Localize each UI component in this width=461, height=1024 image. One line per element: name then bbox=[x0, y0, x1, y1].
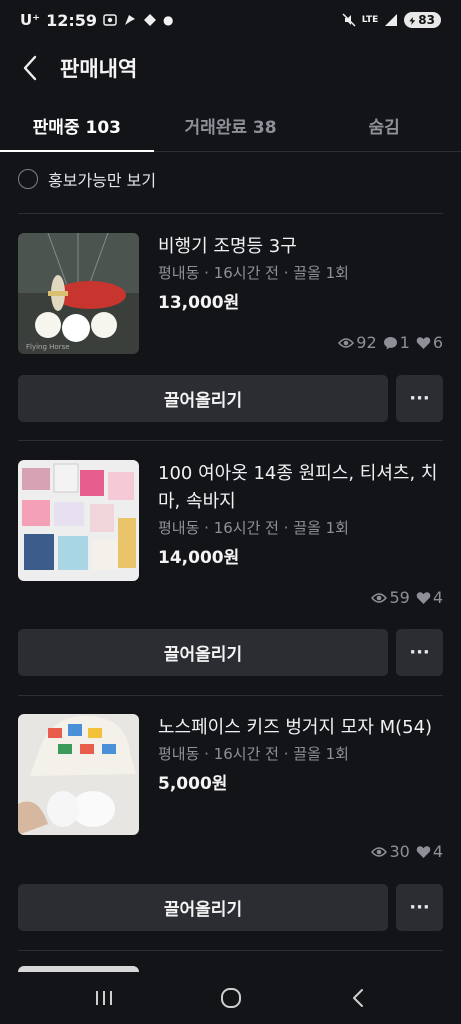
tab-bar: 판매중 103 거래완료 38 숨김 bbox=[0, 100, 461, 152]
thumb-caption: Flying Horse bbox=[26, 343, 70, 351]
divider bbox=[18, 213, 443, 214]
battery-indicator: 83 bbox=[404, 12, 441, 28]
item-title: 100 여아옷 14종 원피스, 티셔츠, 치마, 속바지 bbox=[158, 463, 438, 512]
tab-selling[interactable]: 판매중 103 bbox=[0, 100, 154, 152]
like-count: 6 bbox=[432, 333, 443, 352]
like-count: 4 bbox=[432, 588, 443, 607]
view-count: 30 bbox=[389, 842, 410, 861]
item-meta: 평내동 · 16시간 전 · 끌올 1회 bbox=[158, 519, 349, 537]
airplane-lamp-image: Flying Horse bbox=[18, 233, 139, 354]
navigation-icon bbox=[144, 14, 157, 26]
more-options-button[interactable]: ··· bbox=[396, 884, 443, 931]
signal-icon bbox=[385, 14, 398, 26]
recent-apps-icon bbox=[95, 991, 112, 1005]
system-nav-bar bbox=[0, 972, 461, 1024]
like-count: 4 bbox=[432, 842, 443, 861]
item-stats: 59 4 bbox=[371, 588, 443, 607]
home-icon bbox=[220, 988, 241, 1008]
notification-icon bbox=[125, 15, 136, 25]
page-title: 판매내역 bbox=[60, 57, 138, 81]
filter-label: 홍보가능만 보기 bbox=[48, 171, 157, 190]
back-icon bbox=[352, 989, 363, 1007]
chevron-left-icon bbox=[23, 55, 37, 81]
more-options-button[interactable]: ··· bbox=[396, 375, 443, 422]
item-stats: 92 1 6 bbox=[338, 333, 443, 352]
screenshot-icon bbox=[103, 14, 117, 26]
heart-icon bbox=[416, 845, 431, 858]
item-stats: 30 4 bbox=[371, 842, 443, 861]
system-back-button[interactable] bbox=[328, 978, 388, 1018]
heart-icon bbox=[416, 591, 431, 604]
item-title: 비행기 조명등 3구 bbox=[158, 236, 297, 257]
chat-icon bbox=[383, 336, 397, 349]
bucket-hat-image bbox=[18, 714, 139, 835]
divider bbox=[18, 695, 443, 696]
item-thumbnail[interactable] bbox=[18, 460, 139, 581]
tab-hidden[interactable]: 숨김 bbox=[307, 100, 461, 151]
app-header: 판매내역 bbox=[0, 40, 461, 96]
view-count: 59 bbox=[389, 588, 410, 607]
item-title: 노스페이스 키즈 벙거지 모자 M(54) bbox=[158, 717, 433, 738]
list-item[interactable]: Flying Horse 비행기 조명등 3구 평내동 · 16시간 전 · 끌… bbox=[18, 233, 443, 423]
recent-apps-button[interactable] bbox=[74, 978, 134, 1018]
item-thumbnail[interactable]: Flying Horse bbox=[18, 233, 139, 354]
item-price: 5,000원 bbox=[158, 774, 228, 794]
heart-icon bbox=[416, 336, 431, 349]
list-item[interactable]: 100 여아옷 14종 원피스, 티셔츠, 치마, 속바지 평내동 · 16시간… bbox=[18, 460, 443, 678]
divider bbox=[18, 950, 443, 951]
dot-icon: ● bbox=[163, 13, 174, 27]
status-bar: U⁺ 12:59 ● LTE 83 bbox=[0, 0, 461, 40]
item-meta: 평내동 · 16시간 전 · 끌올 1회 bbox=[158, 745, 349, 763]
more-options-button[interactable]: ··· bbox=[396, 629, 443, 676]
eye-icon bbox=[338, 337, 355, 348]
bump-button[interactable]: 끌어올리기 bbox=[18, 629, 388, 676]
mute-icon bbox=[342, 13, 356, 27]
item-price: 13,000원 bbox=[158, 293, 240, 313]
clock: 12:59 bbox=[46, 10, 98, 30]
filter-radio[interactable] bbox=[18, 169, 38, 189]
bump-button[interactable]: 끌어올리기 bbox=[18, 884, 388, 931]
carrier-label: U⁺ bbox=[20, 11, 41, 29]
tab-completed[interactable]: 거래완료 38 bbox=[154, 100, 308, 151]
item-price: 14,000원 bbox=[158, 548, 240, 568]
back-button[interactable] bbox=[0, 40, 60, 96]
item-meta: 평내동 · 16시간 전 · 끌올 1회 bbox=[158, 264, 349, 282]
bump-button[interactable]: 끌어올리기 bbox=[18, 375, 388, 422]
home-button[interactable] bbox=[201, 978, 261, 1018]
chat-count: 1 bbox=[399, 333, 410, 352]
item-thumbnail[interactable] bbox=[18, 714, 139, 835]
eye-icon bbox=[371, 846, 388, 857]
list-item[interactable]: 노스페이스 키즈 벙거지 모자 M(54) 평내동 · 16시간 전 · 끌올 … bbox=[18, 714, 443, 934]
promotable-filter[interactable]: 홍보가능만 보기 bbox=[18, 164, 156, 194]
eye-icon bbox=[371, 592, 388, 603]
lte-icon: LTE bbox=[361, 14, 379, 25]
divider bbox=[18, 440, 443, 441]
kids-clothes-image bbox=[18, 460, 139, 581]
view-count: 92 bbox=[356, 333, 377, 352]
